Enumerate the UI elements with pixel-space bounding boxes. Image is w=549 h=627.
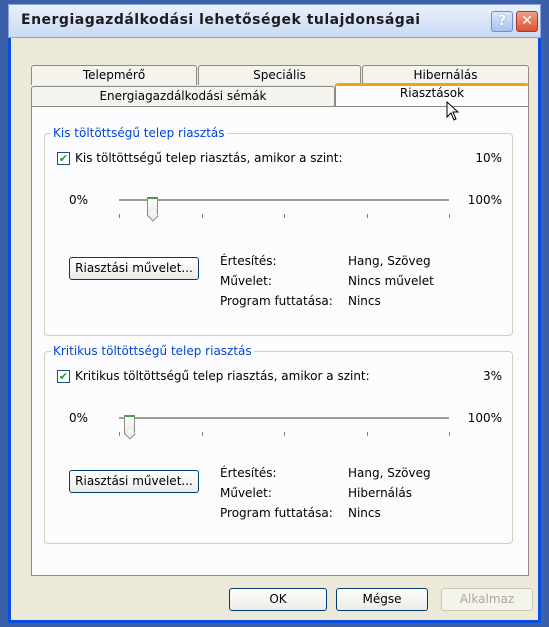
tab-hibernalas[interactable]: Hibernálás <box>362 65 529 85</box>
program-value: Nincs <box>348 506 381 520</box>
tab-telepmero[interactable]: Telepmérő <box>31 65 197 85</box>
checkbox-label: Kis töltöttségű telep riasztás, amikor a… <box>75 151 343 165</box>
critical-battery-slider[interactable]: 0% 100% <box>57 410 502 450</box>
notify-label: Értesítés: <box>220 254 277 268</box>
level-percent: 3% <box>482 369 502 383</box>
level-percent: 10% <box>475 151 502 165</box>
low-alarm-action-button[interactable]: Riasztási művelet... <box>69 257 199 280</box>
mouse-pointer-icon <box>446 101 460 121</box>
low-battery-slider[interactable]: 0% 100% <box>57 192 502 232</box>
slider-tick <box>449 214 450 218</box>
slider-max-label: 100% <box>467 193 502 207</box>
action-label: Művelet: <box>220 486 272 500</box>
group-legend: Kritikus töltöttségű telep riasztás <box>51 344 254 358</box>
slider-min-label: 0% <box>69 411 89 425</box>
checkbox-label: Kritikus töltöttségű telep riasztás, ami… <box>75 369 370 383</box>
program-value: Nincs <box>348 294 381 308</box>
tab-riasztasok[interactable]: Riasztások <box>335 83 529 107</box>
critical-alarm-action-button[interactable]: Riasztási művelet... <box>69 470 199 493</box>
slider-thumb[interactable] <box>123 415 135 434</box>
tab-energiagazdalkodasi-semak[interactable]: Energiagazdálkodási sémák <box>31 86 335 106</box>
slider-tick <box>119 432 120 436</box>
action-value: Hibernálás <box>348 486 412 500</box>
slider-tick <box>119 214 120 218</box>
low-battery-checkbox[interactable]: ✔ <box>57 152 70 165</box>
title-bar[interactable]: Energiagazdálkodási lehetőségek tulajdon… <box>8 4 541 38</box>
slider-tick <box>284 214 285 218</box>
slider-tick <box>449 432 450 436</box>
question-mark-icon: ? <box>497 13 507 29</box>
slider-track[interactable] <box>119 197 449 216</box>
help-button[interactable]: ? <box>491 11 513 32</box>
apply-button[interactable]: Alkalmaz <box>441 588 533 611</box>
group-legend: Kis töltöttségű telep riasztás <box>51 126 227 140</box>
low-battery-group: Kis töltöttségű telep riasztás ✔ Kis töl… <box>44 126 513 336</box>
notify-label: Értesítés: <box>220 466 277 480</box>
slider-min-label: 0% <box>69 193 89 207</box>
slider-thumb[interactable] <box>147 197 158 216</box>
cancel-button[interactable]: Mégse <box>336 588 428 611</box>
action-label: Művelet: <box>220 274 272 288</box>
program-label: Program futtatása: <box>220 294 333 308</box>
critical-battery-group: Kritikus töltöttségű telep riasztás ✔ Kr… <box>44 344 513 544</box>
critical-battery-checkbox[interactable]: ✔ <box>57 370 70 383</box>
slider-tick <box>202 214 203 218</box>
tab-panel: Kis töltöttségű telep riasztás ✔ Kis töl… <box>31 106 529 576</box>
close-x-icon: ✕ <box>521 13 533 29</box>
action-value: Nincs művelet <box>348 274 434 288</box>
tab-specialis[interactable]: Speciális <box>198 65 361 85</box>
program-label: Program futtatása: <box>220 506 333 520</box>
checkmark-icon: ✔ <box>58 370 69 383</box>
ok-button[interactable]: OK <box>229 588 327 611</box>
slider-max-label: 100% <box>467 411 502 425</box>
notify-value: Hang, Szöveg <box>348 254 431 268</box>
slider-tick <box>367 432 368 436</box>
close-button[interactable]: ✕ <box>516 11 538 32</box>
slider-track[interactable] <box>119 415 449 434</box>
window-title: Energiagazdálkodási lehetőségek tulajdon… <box>21 12 421 28</box>
checkmark-icon: ✔ <box>58 152 69 165</box>
notify-value: Hang, Szöveg <box>348 466 431 480</box>
slider-tick <box>367 214 368 218</box>
slider-tick <box>202 432 203 436</box>
slider-tick <box>284 432 285 436</box>
